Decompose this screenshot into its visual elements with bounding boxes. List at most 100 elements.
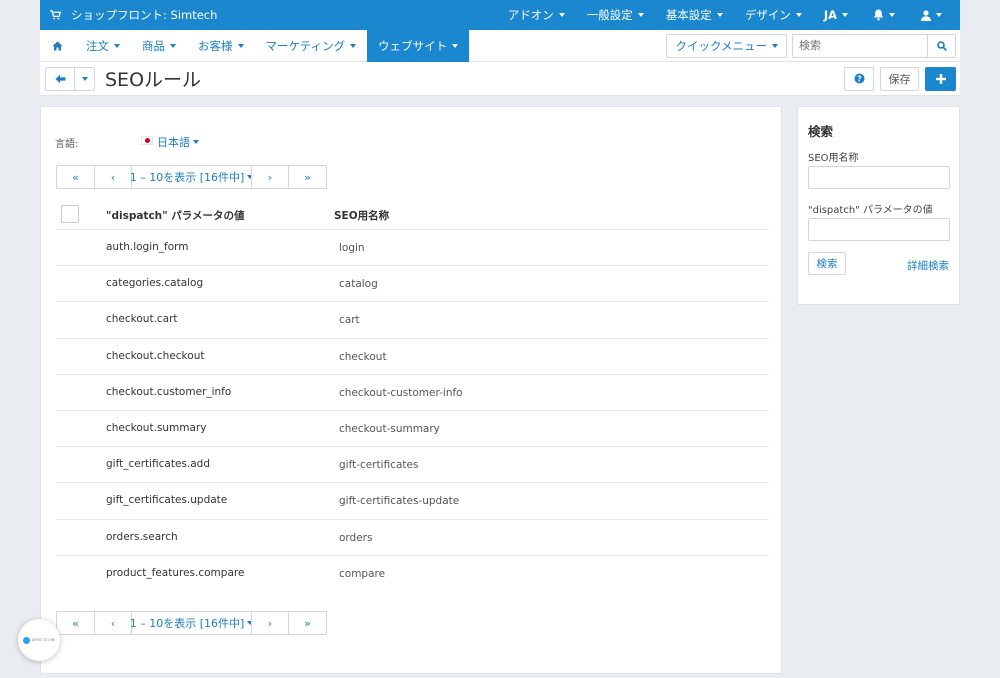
- nav-orders[interactable]: 注文: [75, 30, 131, 62]
- seo-name-field[interactable]: [808, 166, 950, 189]
- seo-name[interactable]: gift-certificates: [339, 459, 418, 471]
- menu-general-settings[interactable]: 一般設定: [576, 0, 655, 30]
- language-selector-row: 言語: 日本語: [55, 135, 199, 150]
- pagination-last[interactable]: »: [288, 611, 327, 635]
- seo-name[interactable]: checkout: [339, 351, 387, 363]
- dispatch-value[interactable]: gift_certificates.update: [106, 494, 227, 506]
- pagination-next[interactable]: ›: [251, 611, 289, 635]
- logo-icon: [22, 636, 30, 644]
- nav-products[interactable]: 商品: [131, 30, 187, 62]
- menu-addons-label: アドオン: [507, 8, 554, 22]
- user-menu-button[interactable]: [909, 0, 960, 30]
- search-sidebar: 検索 SEO用名称 "dispatch" パラメータの値 検索 詳細検索: [797, 106, 960, 305]
- dispatch-field[interactable]: [808, 218, 950, 241]
- pagination-top: « ‹ 1 – 10を表示 [16件中] › »: [56, 165, 327, 189]
- table-row[interactable]: product_features.compare compare: [56, 556, 769, 592]
- dispatch-value[interactable]: checkout.summary: [106, 422, 206, 434]
- save-button[interactable]: 保存: [880, 66, 919, 91]
- plus-icon: [935, 73, 946, 84]
- table-row[interactable]: checkout.cart cart: [56, 302, 769, 339]
- page-title: SEOルール: [105, 69, 202, 91]
- pagination-info[interactable]: 1 – 10を表示 [16件中]: [130, 165, 254, 189]
- back-dropdown-button[interactable]: [75, 66, 95, 91]
- table-row[interactable]: gift_certificates.update gift-certificate…: [56, 483, 769, 520]
- table-row[interactable]: orders.search orders: [56, 520, 769, 556]
- dispatch-value[interactable]: gift_certificates.add: [106, 458, 210, 470]
- storefront-switcher[interactable]: ショップフロント: Simtech: [40, 7, 217, 23]
- dispatch-value[interactable]: checkout.checkout: [106, 350, 204, 362]
- chevron-down-icon: [170, 43, 176, 48]
- seo-name[interactable]: orders: [339, 532, 372, 544]
- chevron-down-icon: [716, 13, 723, 17]
- language-dropdown[interactable]: 日本語: [157, 134, 199, 150]
- menu-addons[interactable]: アドオン: [497, 0, 576, 30]
- user-icon: [921, 9, 931, 21]
- pagination-info-label: 1 – 10を表示 [16件中]: [129, 617, 245, 630]
- chevron-down-icon: [842, 13, 848, 17]
- back-button[interactable]: [45, 66, 75, 91]
- nav-customers[interactable]: お客様: [187, 30, 255, 62]
- dispatch-value[interactable]: product_features.compare: [106, 567, 244, 579]
- chevron-down-icon: [237, 43, 244, 48]
- help-button[interactable]: ?: [844, 66, 874, 91]
- seo-name[interactable]: compare: [339, 568, 385, 580]
- search-button[interactable]: [927, 34, 955, 57]
- seo-name[interactable]: gift-certificates-update: [339, 495, 459, 507]
- question-circle-icon: ?: [854, 73, 864, 84]
- sidebar-search-button[interactable]: 検索: [808, 252, 846, 275]
- notifications-button[interactable]: [859, 0, 909, 30]
- search-icon: [936, 40, 947, 51]
- seo-name[interactable]: cart: [339, 314, 360, 326]
- widget-label: DEMO STORE: [31, 638, 56, 642]
- seo-rules-table: auth.login_form login categories.catalog c…: [56, 230, 769, 592]
- nav-marketing[interactable]: マーケティング: [255, 30, 368, 62]
- menu-language[interactable]: JA: [813, 0, 859, 30]
- pagination-prev[interactable]: ‹: [94, 611, 132, 635]
- menu-design[interactable]: デザイン: [734, 0, 813, 30]
- seo-name[interactable]: login: [339, 242, 365, 254]
- table-row[interactable]: checkout.summary checkout-summary: [56, 411, 769, 448]
- top-bar: ショップフロント: Simtech アドオン 一般設定 基本設定 デザイン JA: [40, 0, 960, 30]
- nav-customers-label: お客様: [198, 38, 233, 53]
- seo-name[interactable]: checkout-summary: [339, 423, 440, 435]
- pagination-last[interactable]: »: [288, 165, 327, 189]
- menu-basic-settings-label: 基本設定: [665, 8, 712, 22]
- nav-marketing-label: マーケティング: [265, 38, 346, 53]
- menu-basic-settings[interactable]: 基本設定: [655, 0, 734, 30]
- table-row[interactable]: auth.login_form login: [56, 230, 769, 267]
- chevron-down-icon: [795, 13, 802, 17]
- table-row[interactable]: checkout.checkout checkout: [56, 339, 769, 375]
- dispatch-value[interactable]: auth.login_form: [106, 241, 189, 253]
- dispatch-value[interactable]: categories.catalog: [106, 277, 203, 289]
- column-header-dispatch: "dispatch" パラメータの値: [106, 210, 245, 222]
- seo-name[interactable]: catalog: [339, 278, 378, 290]
- nav-home[interactable]: [40, 30, 75, 62]
- seo-name[interactable]: checkout-customer-info: [339, 387, 463, 399]
- table-row[interactable]: categories.catalog catalog: [56, 266, 769, 303]
- pagination-first[interactable]: «: [56, 611, 95, 635]
- table-row[interactable]: checkout.customer_info checkout-customer-…: [56, 375, 769, 411]
- nav-website[interactable]: ウェブサイト: [367, 29, 470, 62]
- pagination-next[interactable]: ›: [251, 165, 289, 189]
- dispatch-value[interactable]: checkout.cart: [106, 313, 178, 325]
- demo-store-widget[interactable]: DEMO STORE: [18, 619, 60, 661]
- back-button-group: [45, 66, 95, 91]
- language-value: 日本語: [157, 136, 190, 149]
- arrow-left-icon: [55, 74, 65, 83]
- storefront-label: ショップフロント: Simtech: [71, 8, 218, 22]
- svg-text:?: ?: [857, 74, 862, 83]
- pagination-prev[interactable]: ‹: [94, 165, 132, 189]
- quick-menu-label: クイックメニュー: [675, 38, 767, 53]
- pagination-info[interactable]: 1 – 10を表示 [16件中]: [129, 611, 254, 635]
- pagination-first[interactable]: «: [56, 165, 95, 189]
- nav-orders-label: 注文: [86, 38, 109, 53]
- quick-menu-button[interactable]: クイックメニュー: [666, 33, 787, 58]
- menu-language-label: JA: [823, 8, 837, 22]
- advanced-search-link[interactable]: 詳細検索: [907, 258, 949, 273]
- table-row[interactable]: gift_certificates.add gift-certificates: [56, 447, 769, 484]
- search-input[interactable]: [793, 34, 927, 57]
- dispatch-value[interactable]: orders.search: [106, 531, 178, 543]
- add-button[interactable]: [925, 66, 956, 91]
- dispatch-value[interactable]: checkout.customer_info: [106, 386, 231, 398]
- select-all-checkbox[interactable]: [61, 205, 79, 223]
